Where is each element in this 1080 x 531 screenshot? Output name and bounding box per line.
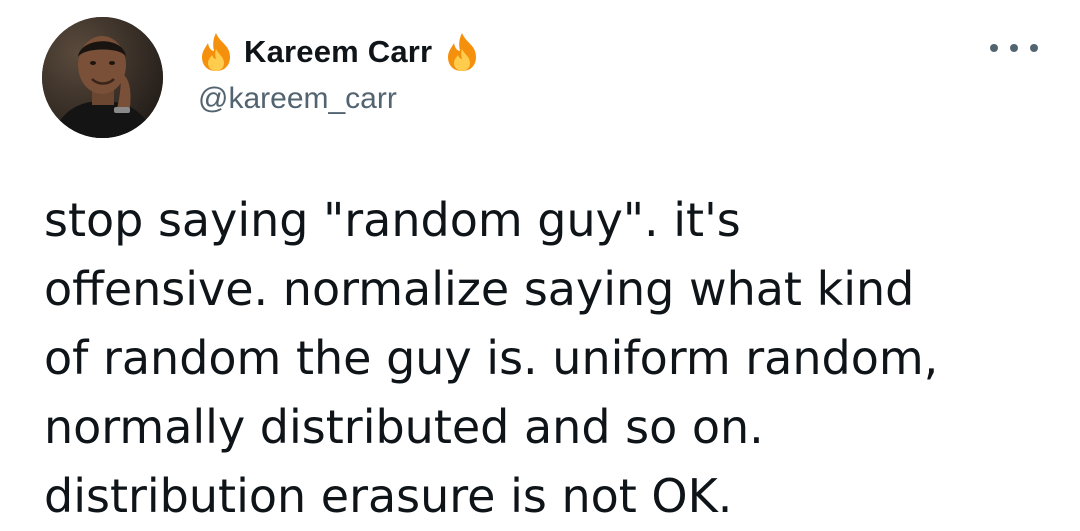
tweet-text-line: normally distributed and so on. [44,400,764,454]
tweet-text-line: stop saying "random guy". it's [44,193,741,247]
tweet-text-line: offensive. normalize saying what kind [44,262,915,316]
display-name[interactable]: Kareem Carr [244,34,432,70]
profile-photo-image [42,17,163,138]
more-dot [990,44,998,52]
avatar[interactable] [42,17,163,138]
user-handle[interactable]: @kareem_carr [198,82,397,116]
more-dot [1010,44,1018,52]
tweet-card: Kareem Carr @kareem_carr stop saying "ra… [0,0,1080,523]
more-options-icon[interactable] [990,36,1038,60]
more-dot [1030,44,1038,52]
tweet-text: stop saying "random guy". it's offensive… [44,186,1054,531]
tweet-text-line: distribution erasure is not OK. [44,469,733,523]
tweet-text-line: of random the guy is. uniform random, [44,331,939,385]
author-name-row[interactable]: Kareem Carr [196,30,482,74]
fire-emoji-icon [196,31,236,73]
fire-emoji-icon [442,31,482,73]
